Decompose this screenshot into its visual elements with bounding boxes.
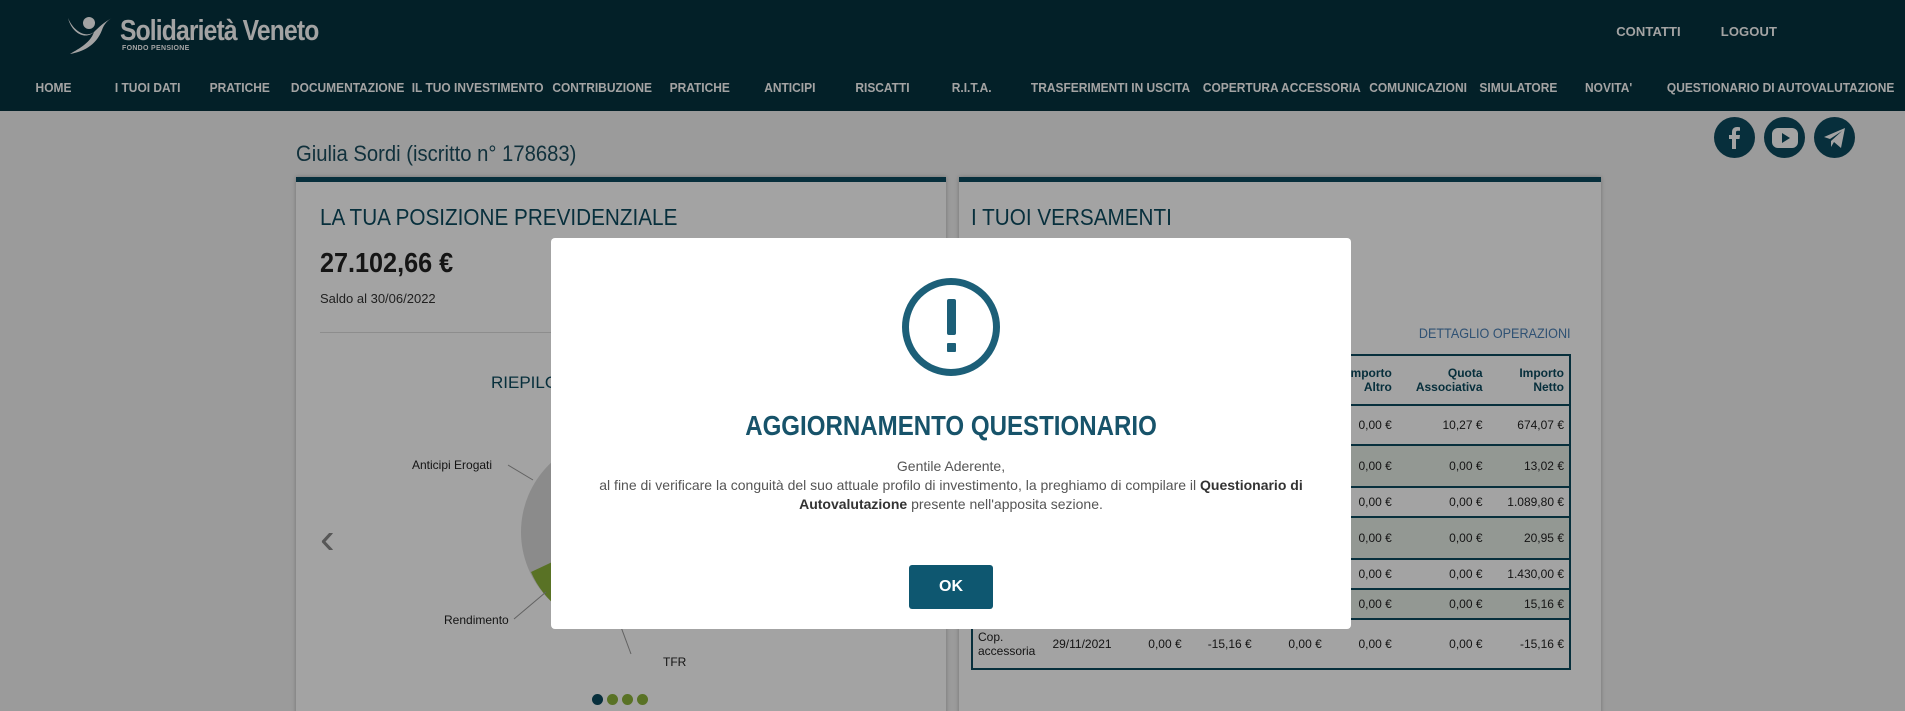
questionnaire-dialog: AGGIORNAMENTO QUESTIONARIO Gentile Adere… [551,238,1351,629]
exclamation-icon [902,278,1000,376]
ok-button[interactable]: OK [909,565,993,609]
dialog-text-after: presente nell'apposita sezione. [911,496,1103,512]
dialog-text-before: al fine di verificare la conguità del su… [599,477,1197,493]
dialog-title: AGGIORNAMENTO QUESTIONARIO [745,410,1157,441]
dialog-greeting: Gentile Aderente, [896,458,1006,474]
modal-overlay: AGGIORNAMENTO QUESTIONARIO Gentile Adere… [0,0,1905,711]
dialog-message: Gentile Aderente, al fine di verificare … [591,457,1311,514]
